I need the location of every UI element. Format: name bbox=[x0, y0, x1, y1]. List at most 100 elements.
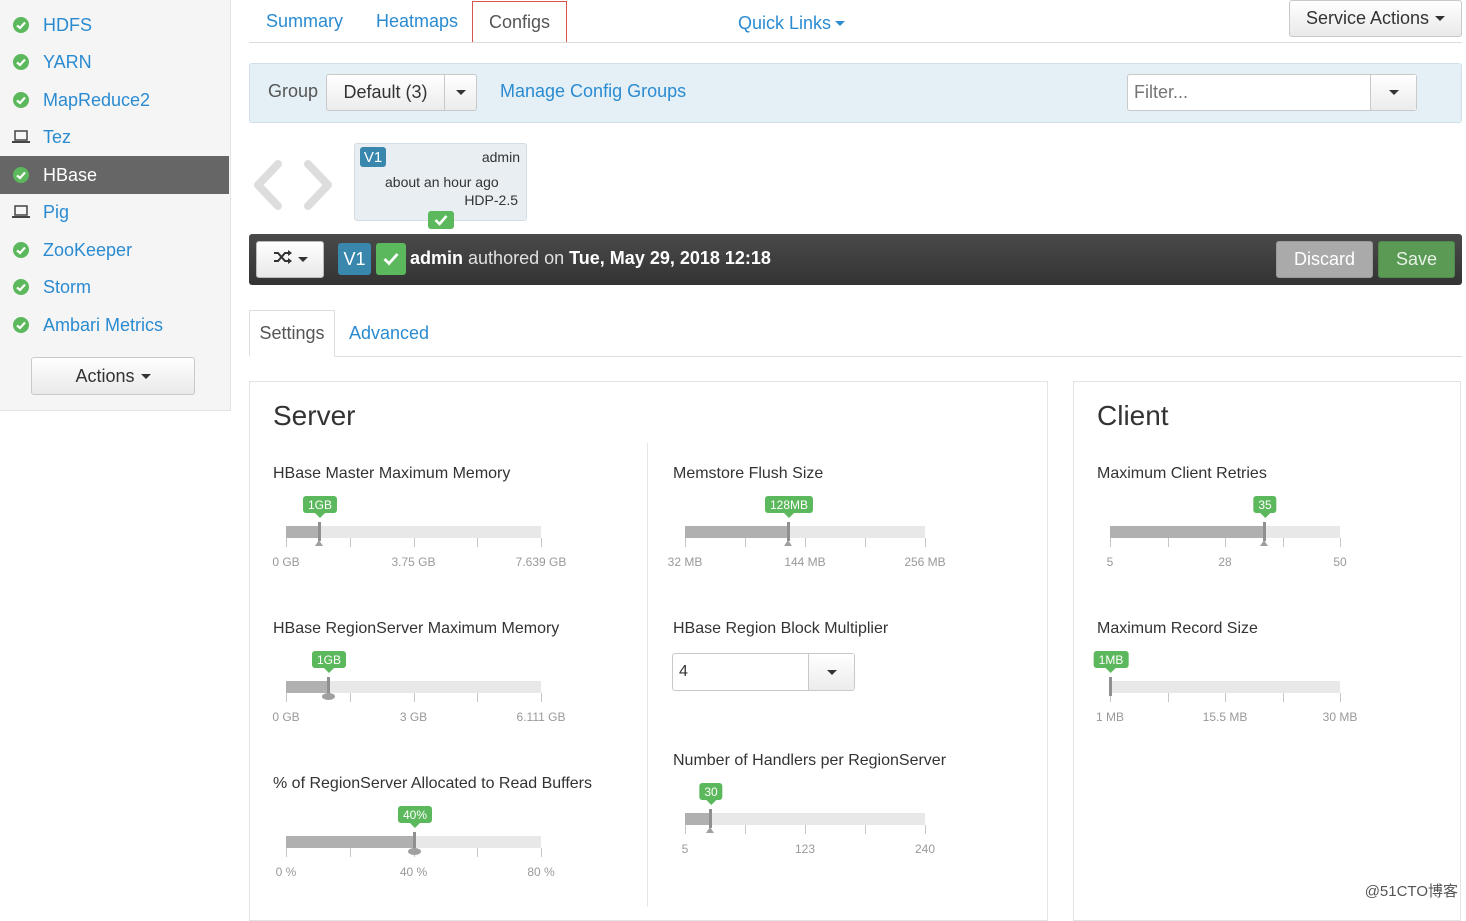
slider-value-badge: 35 bbox=[1253, 496, 1277, 518]
caret-down-icon bbox=[826, 669, 837, 675]
slider-tick bbox=[286, 693, 287, 702]
slider-handle-foot bbox=[408, 848, 421, 855]
service-actions-button[interactable]: Service Actions bbox=[1289, 0, 1462, 37]
server-title: Server bbox=[273, 400, 356, 431]
laptop-icon bbox=[12, 203, 30, 221]
filter-input[interactable] bbox=[1128, 75, 1370, 110]
caret-down-icon bbox=[140, 373, 151, 379]
save-button[interactable]: Save bbox=[1378, 241, 1455, 278]
service-sidebar: HDFS YARN MapReduce2 Tez HBase Pig ZooKe… bbox=[0, 0, 231, 411]
slider-handle[interactable] bbox=[787, 522, 790, 541]
slider-tick bbox=[1283, 538, 1284, 547]
slider-track bbox=[286, 526, 541, 538]
tab-configs[interactable]: Configs bbox=[472, 1, 567, 42]
client-panel bbox=[1073, 381, 1461, 921]
slider-tick bbox=[1168, 693, 1169, 702]
column-divider bbox=[647, 443, 648, 907]
version-bar-date: Tue, May 29, 2018 12:18 bbox=[569, 248, 771, 268]
version-card[interactable]: V1 admin about an hour ago HDP-2.5 bbox=[354, 143, 527, 221]
slider-handle[interactable] bbox=[1109, 677, 1112, 696]
slider-tick-label: 123 bbox=[794, 842, 816, 856]
block-multiplier-select[interactable]: 4 bbox=[672, 653, 855, 691]
chevron-right-icon[interactable] bbox=[302, 160, 336, 215]
slider-tick bbox=[477, 693, 478, 702]
tab-heatmaps[interactable]: Heatmaps bbox=[376, 0, 458, 42]
slider-tick bbox=[414, 693, 415, 702]
slider-tick bbox=[350, 848, 351, 857]
check-circle-icon bbox=[12, 53, 30, 71]
caret-down-icon bbox=[1388, 90, 1399, 95]
slider-tick bbox=[1283, 693, 1284, 702]
slider-fill bbox=[685, 813, 710, 825]
slider-handle[interactable] bbox=[1263, 522, 1266, 541]
slider-fill bbox=[685, 526, 788, 538]
sidebar-item-pig[interactable]: Pig bbox=[0, 193, 229, 231]
check-circle-icon bbox=[12, 241, 30, 259]
slider-tick bbox=[805, 825, 806, 834]
current-version-check-icon bbox=[428, 211, 454, 229]
check-circle-icon bbox=[12, 91, 30, 109]
slider-tick-label: 0 % bbox=[275, 865, 297, 879]
config-label: Memstore Flush Size bbox=[673, 465, 824, 482]
block-multiplier-value: 4 bbox=[679, 663, 688, 680]
sidebar-item-tez[interactable]: Tez bbox=[0, 118, 229, 156]
slider-handle-foot bbox=[322, 693, 335, 700]
check-circle-icon bbox=[12, 166, 30, 184]
tab-advanced[interactable]: Advanced bbox=[349, 310, 429, 357]
block-multiplier-label: HBase Region Block Multiplier bbox=[673, 620, 889, 637]
tab-summary[interactable]: Summary bbox=[266, 0, 343, 42]
slider-tick bbox=[414, 538, 415, 547]
sidebar-item-storm[interactable]: Storm bbox=[0, 268, 229, 306]
watermark: @51CTO博客 bbox=[1364, 883, 1458, 900]
slider-handle[interactable] bbox=[709, 809, 712, 828]
slider-handle-foot bbox=[315, 540, 323, 546]
sidebar-item-hbase[interactable]: HBase bbox=[0, 156, 229, 194]
sidebar-item-ambari-metrics[interactable]: Ambari Metrics bbox=[0, 306, 229, 344]
manage-config-groups-link[interactable]: Manage Config Groups bbox=[500, 81, 686, 102]
compare-versions-button[interactable] bbox=[256, 241, 324, 278]
actions-button[interactable]: Actions bbox=[31, 357, 195, 395]
nav-divider bbox=[249, 42, 1462, 43]
config-label: Maximum Record Size bbox=[1097, 620, 1258, 637]
slider-tick bbox=[477, 848, 478, 857]
quick-links-dropdown[interactable]: Quick Links bbox=[738, 2, 846, 44]
check-icon bbox=[376, 243, 406, 275]
check-circle-icon bbox=[12, 16, 30, 34]
slider-tick bbox=[541, 848, 542, 857]
chevron-left-icon[interactable] bbox=[250, 160, 284, 215]
sidebar-item-label: HBase bbox=[43, 164, 98, 185]
tab-settings[interactable]: Settings bbox=[249, 310, 335, 357]
config-label: Maximum Client Retries bbox=[1097, 465, 1267, 482]
slider-track bbox=[1110, 681, 1340, 693]
slider-tick bbox=[286, 848, 287, 857]
laptop-icon bbox=[12, 128, 30, 146]
version-author-line: admin authored on Tue, May 29, 2018 12:1… bbox=[410, 248, 771, 269]
version-stack: HDP-2.5 bbox=[464, 192, 518, 208]
slider-value-badge: 30 bbox=[699, 783, 723, 805]
slider-tick-label: 50 bbox=[1333, 555, 1347, 569]
slider-handle[interactable] bbox=[318, 522, 321, 541]
slider-tick bbox=[805, 538, 806, 547]
config-group-select[interactable]: Default (3) bbox=[326, 74, 477, 111]
slider-handle-foot bbox=[706, 827, 714, 833]
slider-tick-label: 15.5 MB bbox=[1202, 710, 1248, 724]
slider-tick bbox=[541, 538, 542, 547]
authored-on-text: authored on bbox=[468, 248, 565, 268]
config-label: HBase Master Maximum Memory bbox=[273, 465, 511, 482]
slider-tick-label: 80 % bbox=[527, 865, 555, 879]
sidebar-item-hdfs[interactable]: HDFS bbox=[0, 6, 229, 44]
sidebar-item-yarn[interactable]: YARN bbox=[0, 43, 229, 81]
slider-tick-label: 144 MB bbox=[784, 555, 826, 569]
filter-dropdown-toggle[interactable] bbox=[1371, 75, 1416, 110]
slider-tick bbox=[685, 825, 686, 834]
sidebar-item-mapreduce2[interactable]: MapReduce2 bbox=[0, 81, 229, 119]
check-circle-icon bbox=[12, 316, 30, 334]
sidebar-item-zookeeper[interactable]: ZooKeeper bbox=[0, 231, 229, 269]
slider-tick-label: 0 GB bbox=[272, 555, 300, 569]
sidebar-item-label: HDFS bbox=[43, 14, 92, 35]
slider-value-badge: 128MB bbox=[764, 496, 814, 518]
check-circle-icon bbox=[12, 278, 30, 296]
discard-button[interactable]: Discard bbox=[1276, 241, 1373, 278]
slider-fill bbox=[286, 681, 328, 693]
caret-down-icon bbox=[1435, 16, 1446, 21]
